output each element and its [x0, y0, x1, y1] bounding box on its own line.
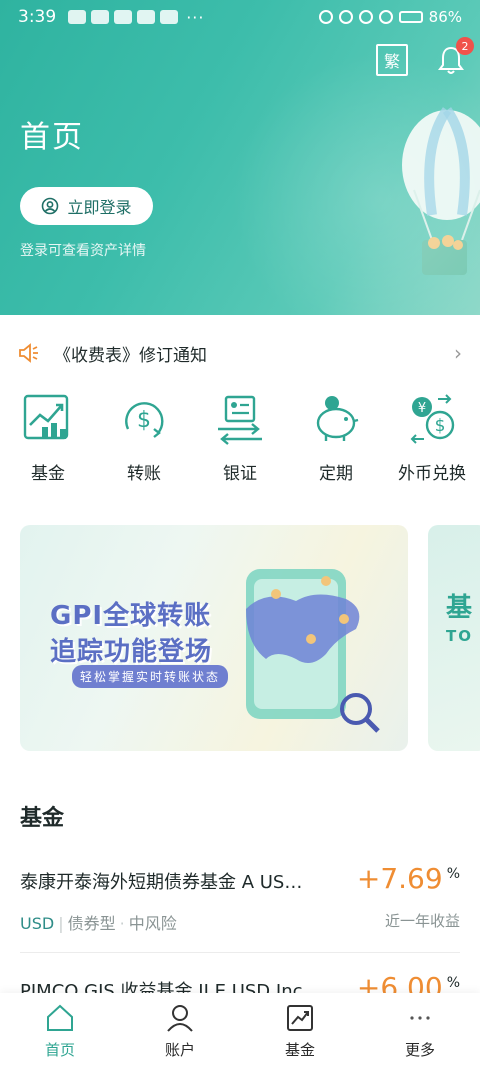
- status-right: 86%: [318, 8, 462, 26]
- account-icon: [167, 1005, 193, 1032]
- battery-icon: [398, 11, 423, 23]
- login-button-label: 立即登录: [67, 198, 132, 217]
- tab-account[interactable]: 账户: [120, 993, 240, 1067]
- bottom-tab-bar: 首页 账户 基金 更多: [0, 993, 480, 1067]
- promo-banner-next[interactable]: 基 TO: [428, 525, 480, 751]
- fund-meta: USD | 债券型 · 中风险: [20, 914, 177, 933]
- status-bar: 3:39 ··· 86%: [0, 0, 480, 34]
- bank-securities-icon: [218, 395, 262, 445]
- next-banner-text: TO: [446, 627, 473, 645]
- notification-badge: 2: [456, 37, 474, 55]
- fund-chart-icon: [23, 394, 69, 440]
- svg-text:$: $: [435, 416, 446, 436]
- login-button[interactable]: 立即登录: [20, 187, 153, 225]
- tab-label: 基金: [284, 1041, 315, 1059]
- quick-item-fixed-deposit[interactable]: 定期: [288, 393, 384, 493]
- tab-home[interactable]: 首页: [0, 993, 120, 1067]
- fund-risk: 中风险: [128, 914, 177, 933]
- banner-headline-1: GPI全球转账: [50, 601, 212, 631]
- quick-item-fund[interactable]: 基金: [0, 393, 96, 493]
- alarm-icon: [318, 10, 333, 24]
- fund-return: +7.69%: [357, 862, 460, 895]
- quick-item-label: 定期: [319, 464, 353, 484]
- wifi-icon: [358, 10, 373, 24]
- quick-menu: 基金 $ 转账 银证 定期 ¥ $ 外币兑换: [0, 393, 480, 493]
- tab-label: 首页: [44, 1041, 75, 1059]
- fund-return-value: +7.69: [356, 862, 443, 895]
- fund-type: 债券型: [67, 914, 116, 933]
- more-icon: [410, 1016, 430, 1020]
- piggy-bank-icon: [316, 396, 359, 441]
- fund-name: 泰康开泰海外短期债券基金 A US…: [20, 872, 303, 893]
- battery-percent: 86%: [428, 8, 462, 26]
- chevron-right-icon: ›: [454, 341, 462, 365]
- login-hint: 登录可查看资产详情: [20, 243, 146, 259]
- quick-item-currency-exchange[interactable]: ¥ $ 外币兑换: [384, 393, 480, 493]
- fee-schedule-notice[interactable]: 《收费表》修订通知 ›: [0, 331, 480, 375]
- home-icon: [47, 1004, 73, 1031]
- tab-label: 账户: [164, 1041, 195, 1059]
- mute-icon: [338, 10, 353, 24]
- status-overflow: ···: [186, 7, 205, 27]
- banner-subtitle: 轻松掌握实时转账状态: [72, 665, 229, 688]
- page-title: 首页: [20, 120, 84, 155]
- tab-fund[interactable]: 基金: [240, 993, 360, 1067]
- quick-item-transfer[interactable]: $ 转账: [96, 393, 192, 493]
- speaker-icon: [19, 343, 38, 363]
- tab-label: 更多: [404, 1041, 435, 1059]
- next-banner-text: 基: [446, 593, 473, 623]
- language-toggle-button[interactable]: 繁: [376, 44, 408, 76]
- fund-section-title: 基金: [20, 806, 65, 831]
- world-map-phone-illustration: [246, 569, 380, 733]
- fund-return-period: 近一年收益: [384, 912, 460, 930]
- status-time: 3:39: [18, 7, 57, 27]
- hero-header: 3:39 ··· 86% 繁 2 首页 立即登录 登录可查看资产详情: [0, 0, 480, 315]
- quick-item-bank-securities[interactable]: 银证: [192, 393, 288, 493]
- app-home-page: 3:39 ··· 86% 繁 2 首页 立即登录 登录可查看资产详情 《收费表》…: [0, 0, 480, 1067]
- currency-exchange-icon: ¥ $: [410, 394, 455, 444]
- fund-return-unit: %: [446, 975, 460, 991]
- bell-icon[interactable]: [436, 44, 466, 76]
- status-app-icons: [68, 10, 179, 24]
- banner-headline-2: 追踪功能登场: [50, 637, 213, 667]
- quick-item-label: 基金: [31, 464, 65, 484]
- hot-air-balloon-illustration: [402, 107, 480, 275]
- quick-item-label: 外币兑换: [398, 464, 466, 484]
- quick-item-label: 银证: [223, 464, 257, 484]
- user-circle-icon: [42, 197, 59, 215]
- divider: [20, 952, 460, 953]
- transfer-dollar-icon: $: [125, 402, 164, 438]
- svg-text:¥: ¥: [418, 401, 426, 416]
- quick-item-label: 转账: [127, 464, 161, 484]
- tab-more[interactable]: 更多: [360, 993, 480, 1067]
- fund-list-item[interactable]: 泰康开泰海外短期债券基金 A US… +7.69% USD | 债券型 · 中风险 近一…: [20, 862, 460, 933]
- fund-currency: USD: [20, 914, 55, 933]
- notice-text: 《收费表》修订通知: [54, 345, 207, 366]
- promo-banner-gpi[interactable]: GPI全球转账 追踪功能登场 轻松掌握实时转账状态: [20, 525, 408, 751]
- svg-text:$: $: [137, 408, 151, 433]
- fund-icon: [287, 1005, 313, 1031]
- signal-icon: [378, 10, 393, 24]
- fund-return-unit: %: [446, 866, 460, 882]
